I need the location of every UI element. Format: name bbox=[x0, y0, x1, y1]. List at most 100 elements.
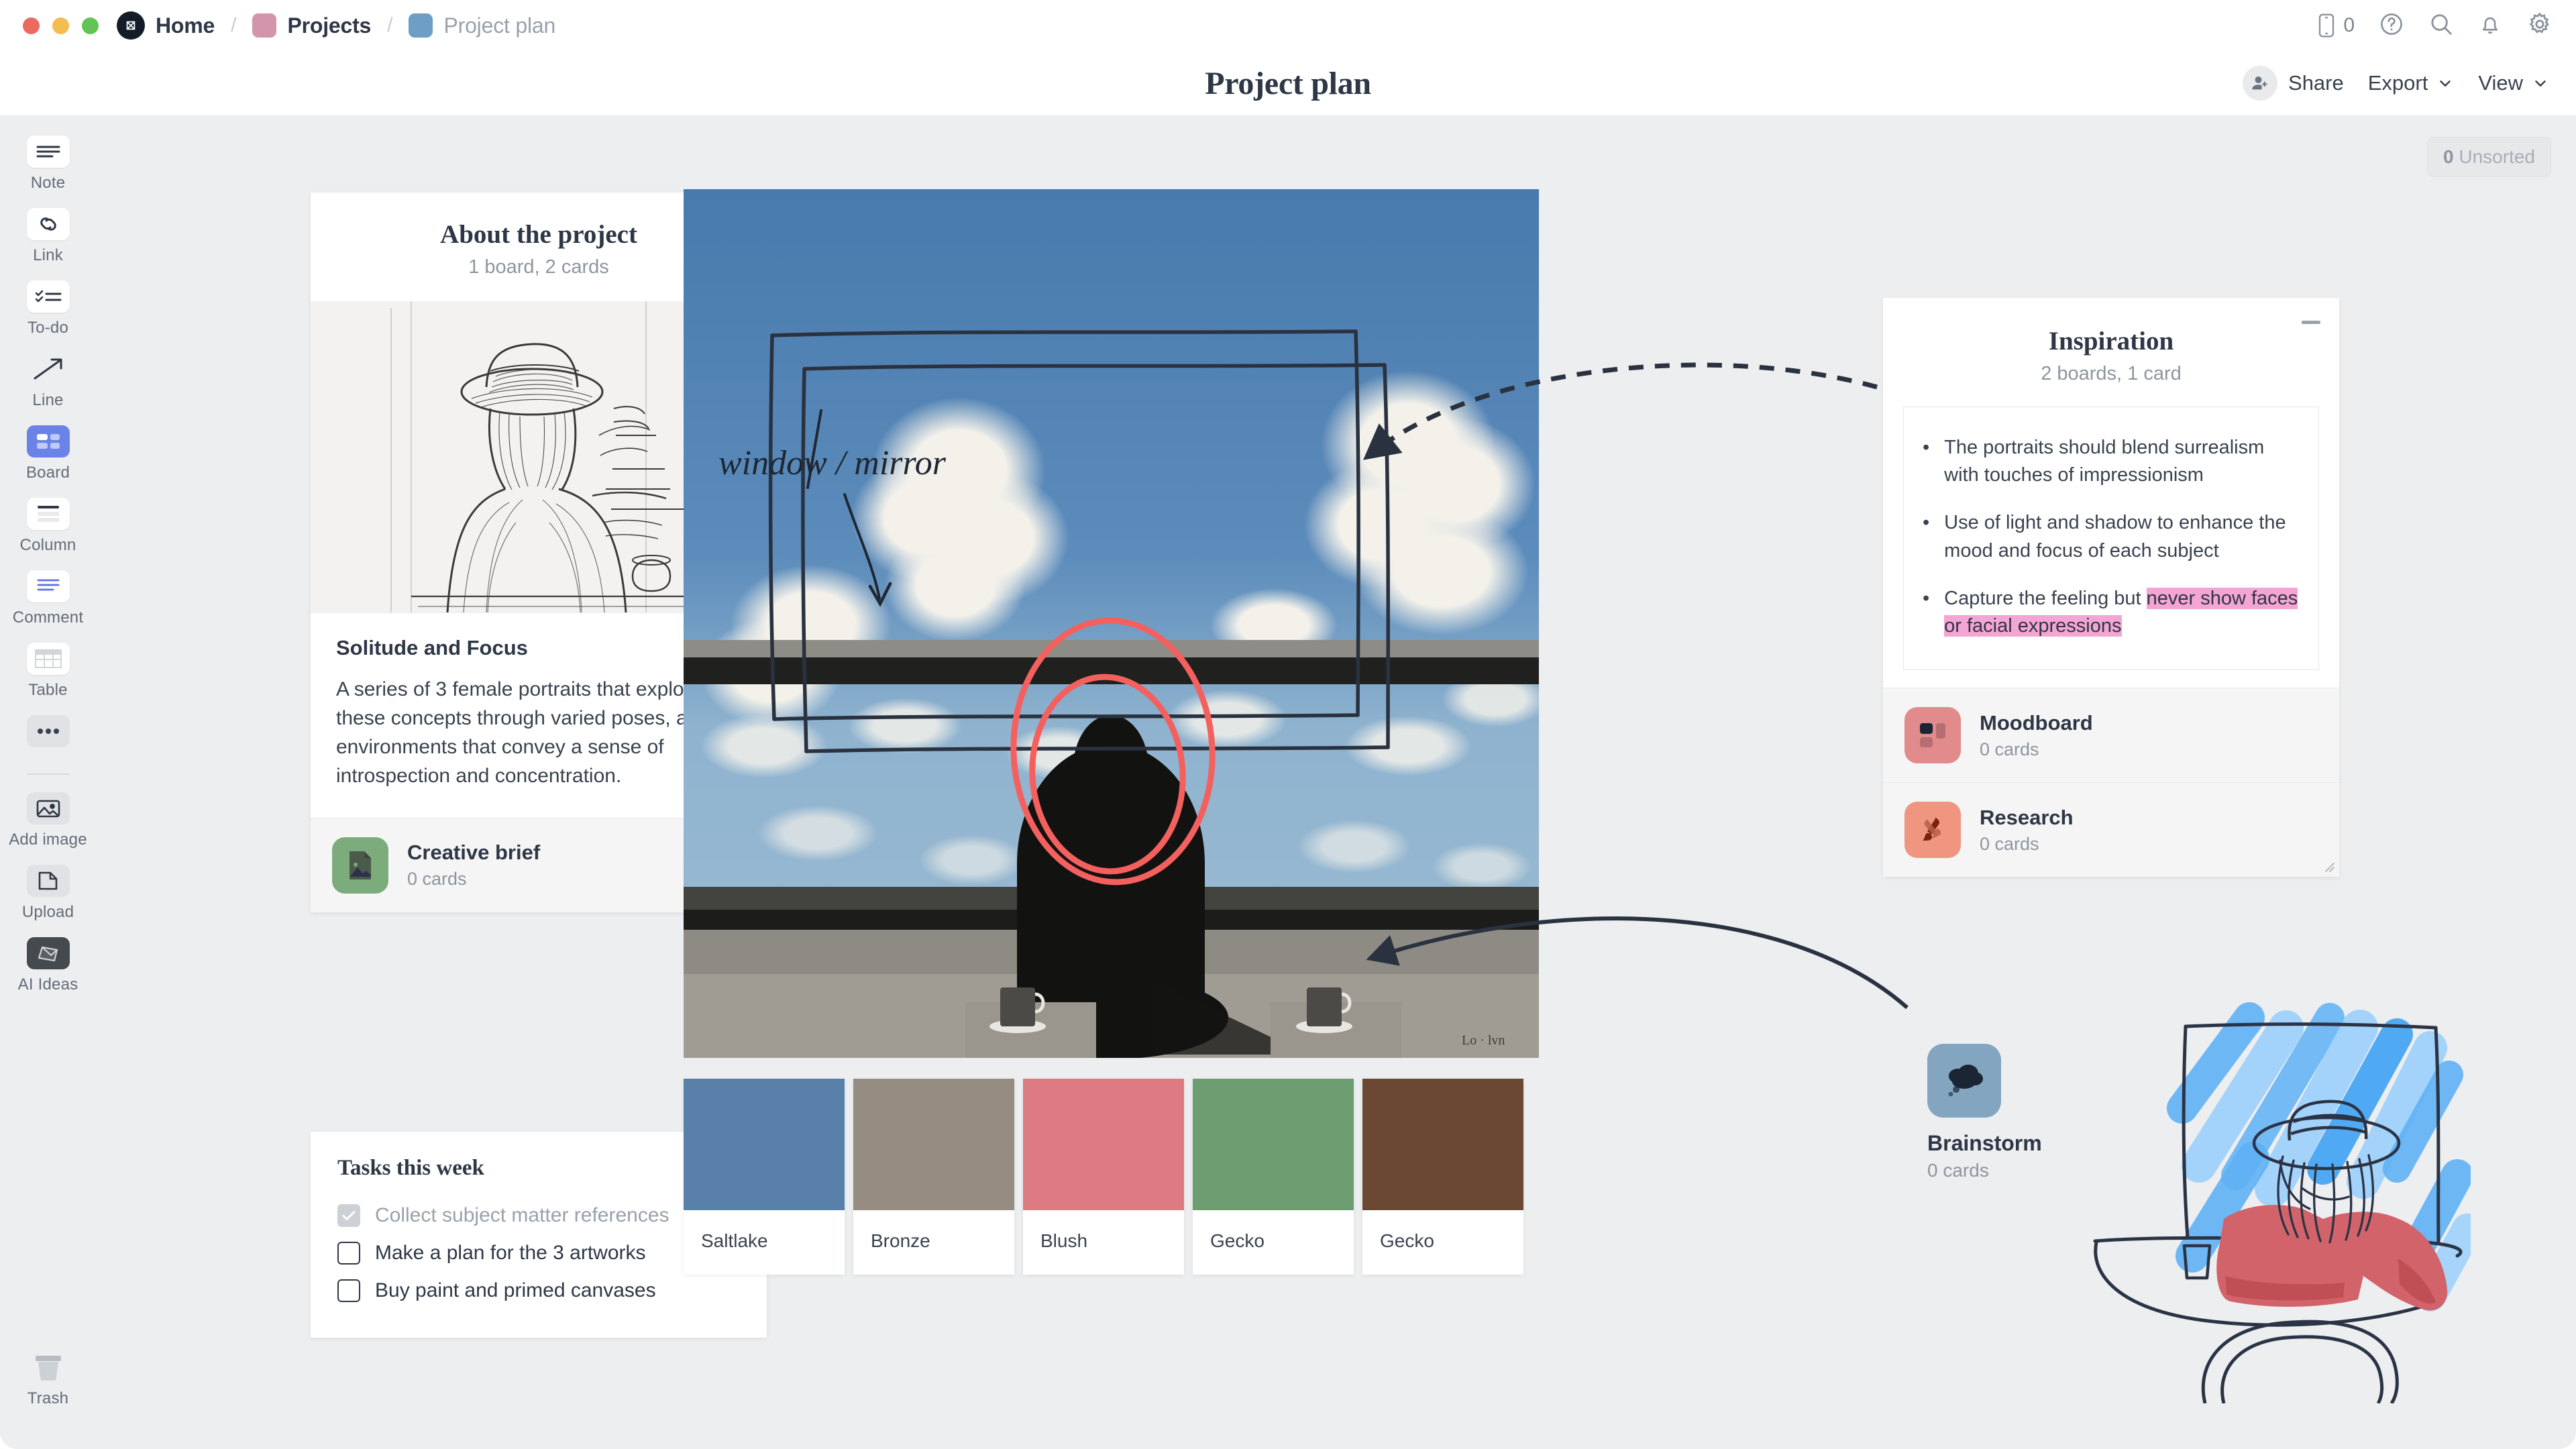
share-button[interactable]: Share bbox=[2243, 66, 2344, 101]
breadcrumb-label-home: Home bbox=[156, 13, 215, 38]
breadcrumb-separator: / bbox=[387, 14, 393, 36]
swatch-color bbox=[853, 1079, 1014, 1210]
unsorted-count: 0 bbox=[2443, 146, 2454, 167]
comment-icon bbox=[26, 570, 70, 602]
column-icon bbox=[26, 498, 70, 530]
breadcrumb-separator: / bbox=[231, 14, 237, 36]
view-label: View bbox=[2478, 71, 2523, 95]
maximize-window-icon[interactable] bbox=[82, 17, 99, 34]
tool-add-image[interactable]: Add image bbox=[0, 792, 96, 849]
tool-upload[interactable]: Upload bbox=[0, 865, 96, 922]
breadcrumb-item-project-plan[interactable]: Project plan bbox=[409, 13, 555, 38]
view-menu-button[interactable]: View bbox=[2478, 71, 2549, 95]
ai-ideas-icon bbox=[26, 937, 70, 969]
unsorted-label: Unsorted bbox=[2459, 146, 2535, 167]
minimize-icon[interactable] bbox=[2302, 321, 2320, 324]
help-icon[interactable] bbox=[2379, 11, 2404, 40]
svg-text:Lo · lvn: Lo · lvn bbox=[1462, 1033, 1505, 1048]
export-menu-button[interactable]: Export bbox=[2368, 71, 2455, 95]
search-icon[interactable] bbox=[2428, 11, 2454, 40]
checkbox-checked-icon[interactable] bbox=[337, 1204, 360, 1227]
tool-label: Link bbox=[33, 246, 63, 264]
tool-label: Add image bbox=[9, 830, 87, 849]
swatch-card[interactable]: Bronze bbox=[853, 1079, 1014, 1275]
minimize-window-icon[interactable] bbox=[52, 17, 69, 34]
trash-icon bbox=[27, 1351, 70, 1383]
paintbrush-icon bbox=[1904, 802, 1961, 859]
linked-board-moodboard[interactable]: Moodboard 0 cards bbox=[1883, 688, 2339, 783]
chevron-down-icon bbox=[2535, 80, 2546, 87]
bullet-icon: • bbox=[1923, 437, 1930, 458]
inspiration-subtitle: 2 boards, 1 card bbox=[2041, 363, 2182, 384]
tool-more[interactable] bbox=[0, 715, 96, 747]
page-title: Project plan bbox=[1205, 65, 1371, 101]
traffic-lights[interactable] bbox=[23, 17, 99, 34]
checkbox-unchecked-icon[interactable] bbox=[337, 1279, 360, 1302]
export-label: Export bbox=[2367, 71, 2428, 95]
bullet-text: The portraits should blend surrealism wi… bbox=[1944, 437, 2265, 486]
swatch-card[interactable]: Blush bbox=[1023, 1079, 1184, 1275]
titlebar: Home / Projects / Project plan 0 bbox=[0, 0, 2576, 51]
linked-board-research[interactable]: Research 0 cards bbox=[1883, 782, 2339, 877]
tool-todo[interactable]: To-do bbox=[0, 280, 96, 337]
inspiration-header: Inspiration 2 boards, 1 card bbox=[1883, 298, 2339, 407]
chevron-down-icon bbox=[2440, 80, 2451, 87]
tool-link[interactable]: Link bbox=[0, 208, 96, 265]
tasks-card-title: Tasks this week bbox=[337, 1156, 484, 1180]
tool-note[interactable]: Note bbox=[0, 136, 96, 193]
bullet-icon: • bbox=[1923, 587, 1930, 609]
bullet-text: Use of light and shadow to enhance the m… bbox=[1944, 512, 2286, 561]
tool-label: Table bbox=[28, 681, 68, 699]
swatch-card[interactable]: Gecko bbox=[1193, 1079, 1354, 1275]
tool-board[interactable]: Board bbox=[0, 425, 96, 482]
linked-board-title: Creative brief bbox=[407, 841, 541, 865]
tool-label: AI Ideas bbox=[17, 975, 78, 994]
inspiration-bullet-list: • The portraits should blend surrealism … bbox=[1923, 434, 2300, 640]
task-label: Buy paint and primed canvases bbox=[375, 1279, 656, 1301]
swatch-card[interactable]: Gecko bbox=[1362, 1079, 1523, 1275]
inspiration-card[interactable]: Inspiration 2 boards, 1 card • The portr… bbox=[1883, 298, 2339, 877]
task-item[interactable]: Buy paint and primed canvases bbox=[337, 1272, 740, 1309]
mobile-app-button[interactable]: 0 bbox=[2316, 13, 2355, 38]
app-window: Home / Projects / Project plan 0 Project… bbox=[0, 0, 2576, 1449]
resize-handle-icon[interactable] bbox=[2320, 858, 2335, 873]
breadcrumb-label-project-plan: Project plan bbox=[443, 13, 556, 38]
mobile-count: 0 bbox=[2343, 14, 2355, 36]
checkbox-unchecked-icon[interactable] bbox=[337, 1242, 360, 1265]
tool-ai-ideas[interactable]: AI Ideas bbox=[0, 937, 96, 994]
board-canvas[interactable]: 0 Unsorted About the project 1 board, 2 … bbox=[96, 115, 2576, 1449]
tool-label: Comment bbox=[12, 608, 84, 627]
tool-label: Note bbox=[30, 174, 66, 192]
swatch-color bbox=[684, 1079, 845, 1210]
toolbar-divider bbox=[26, 773, 70, 775]
tool-table[interactable]: Table bbox=[0, 643, 96, 700]
swatch-color bbox=[1362, 1079, 1523, 1210]
unsorted-badge[interactable]: 0 Unsorted bbox=[2427, 137, 2551, 177]
tool-label: Upload bbox=[21, 903, 74, 921]
swatch-name: Gecko bbox=[1380, 1230, 1434, 1251]
tool-line[interactable]: Line bbox=[0, 353, 96, 410]
hero-artwork-image[interactable]: Lo · lvn window / mirror bbox=[684, 189, 1539, 1058]
linked-board-title: Moodboard bbox=[1980, 710, 2093, 735]
task-item[interactable]: Collect subject matter references bbox=[337, 1197, 740, 1234]
tool-comment[interactable]: Comment bbox=[0, 570, 96, 627]
tool-label: Board bbox=[25, 464, 70, 482]
breadcrumb-item-home[interactable]: Home bbox=[117, 11, 215, 40]
tool-label: To-do bbox=[27, 319, 69, 337]
cafe-line-drawing[interactable] bbox=[2082, 987, 2483, 1405]
board-icon bbox=[26, 425, 70, 458]
color-swatch-row: Saltlake Bronze Blush Gecko Gecko bbox=[684, 1079, 1523, 1275]
close-window-icon[interactable] bbox=[23, 17, 40, 34]
handwritten-annotation: window / mirror bbox=[718, 444, 947, 482]
board-grid-icon bbox=[1904, 707, 1961, 764]
tool-column[interactable]: Column bbox=[0, 498, 96, 555]
task-item[interactable]: Make a plan for the 3 artworks bbox=[337, 1234, 740, 1272]
breadcrumb-item-projects[interactable]: Projects bbox=[252, 13, 371, 38]
inspiration-note[interactable]: • The portraits should blend surrealism … bbox=[1903, 407, 2319, 671]
settings-gear-icon[interactable] bbox=[2526, 11, 2553, 41]
tool-trash[interactable]: Trash bbox=[0, 1351, 96, 1408]
add-person-icon bbox=[2243, 66, 2278, 101]
notifications-icon[interactable] bbox=[2478, 11, 2502, 40]
swatch-card[interactable]: Saltlake bbox=[684, 1079, 845, 1275]
linked-board-text: Moodboard 0 cards bbox=[1980, 711, 2093, 760]
